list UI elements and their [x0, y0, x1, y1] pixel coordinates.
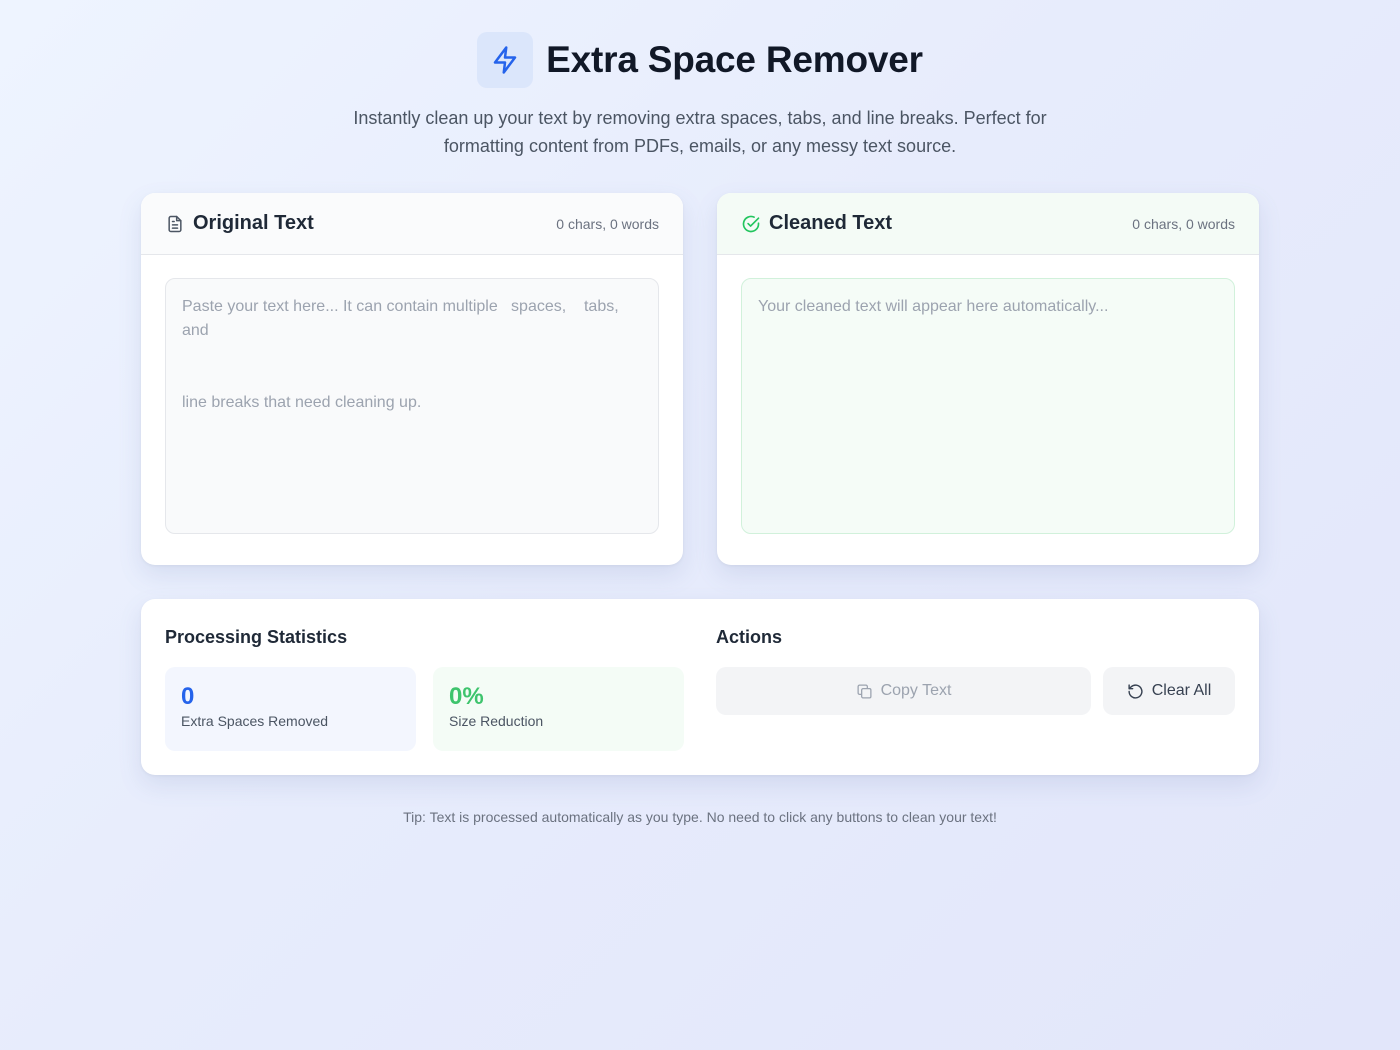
original-text-input[interactable]: Paste your text here... It can contain m…	[165, 278, 659, 534]
original-card-header: Original Text 0 chars, 0 words	[141, 193, 683, 255]
original-card-title: Original Text	[193, 212, 314, 234]
original-placeholder-line-2: line breaks that need cleaning up.	[182, 394, 422, 411]
page-title: Extra Space Remover	[546, 39, 923, 80]
copy-text-label: Copy Text	[880, 682, 952, 699]
stat-size-label: Size Reduction	[449, 713, 544, 729]
stat-size-reduction: 0% Size Reduction	[433, 667, 684, 751]
clear-all-button[interactable]: Clear All	[1103, 667, 1235, 715]
cleaned-text-output[interactable]: Your cleaned text will appear here autom…	[741, 278, 1235, 534]
copy-text-button[interactable]: Copy Text	[716, 667, 1091, 715]
cleaned-card-header: Cleaned Text 0 chars, 0 words	[717, 193, 1259, 255]
original-char-word-count: 0 chars, 0 words	[556, 215, 659, 232]
stats-actions-card: Processing Statistics 0 Extra Spaces Rem…	[141, 599, 1259, 775]
copy-icon	[857, 683, 872, 699]
actions-section-title: Actions	[716, 627, 783, 647]
clear-all-label: Clear All	[1151, 682, 1212, 699]
reset-icon	[1128, 683, 1143, 699]
logo-badge	[477, 32, 534, 88]
page-subtitle: Instantly clean up your text by removing…	[353, 108, 1047, 156]
lightning-bolt-icon	[493, 46, 517, 74]
cleaned-text-card: Cleaned Text 0 chars, 0 words Your clean…	[717, 193, 1259, 565]
stat-extra-spaces-removed: 0 Extra Spaces Removed	[165, 667, 416, 751]
cleaned-card-title: Cleaned Text	[769, 212, 892, 234]
original-text-card: Original Text 0 chars, 0 words Paste you…	[141, 193, 683, 565]
footer-tip: Tip: Text is processed automatically as …	[403, 809, 997, 825]
stat-spaces-label: Extra Spaces Removed	[181, 713, 329, 729]
document-icon	[168, 215, 182, 232]
stat-spaces-value: 0	[181, 683, 195, 710]
cleaned-placeholder: Your cleaned text will appear here autom…	[758, 298, 1109, 315]
stat-size-value: 0%	[449, 683, 484, 710]
original-placeholder-line-1: Paste your text here... It can contain m…	[182, 298, 619, 339]
check-circle-icon	[742, 215, 760, 232]
cleaned-char-word-count: 0 chars, 0 words	[1132, 215, 1235, 232]
app-header: Extra Space Remover	[0, 32, 1400, 88]
stats-section-title: Processing Statistics	[165, 627, 348, 647]
